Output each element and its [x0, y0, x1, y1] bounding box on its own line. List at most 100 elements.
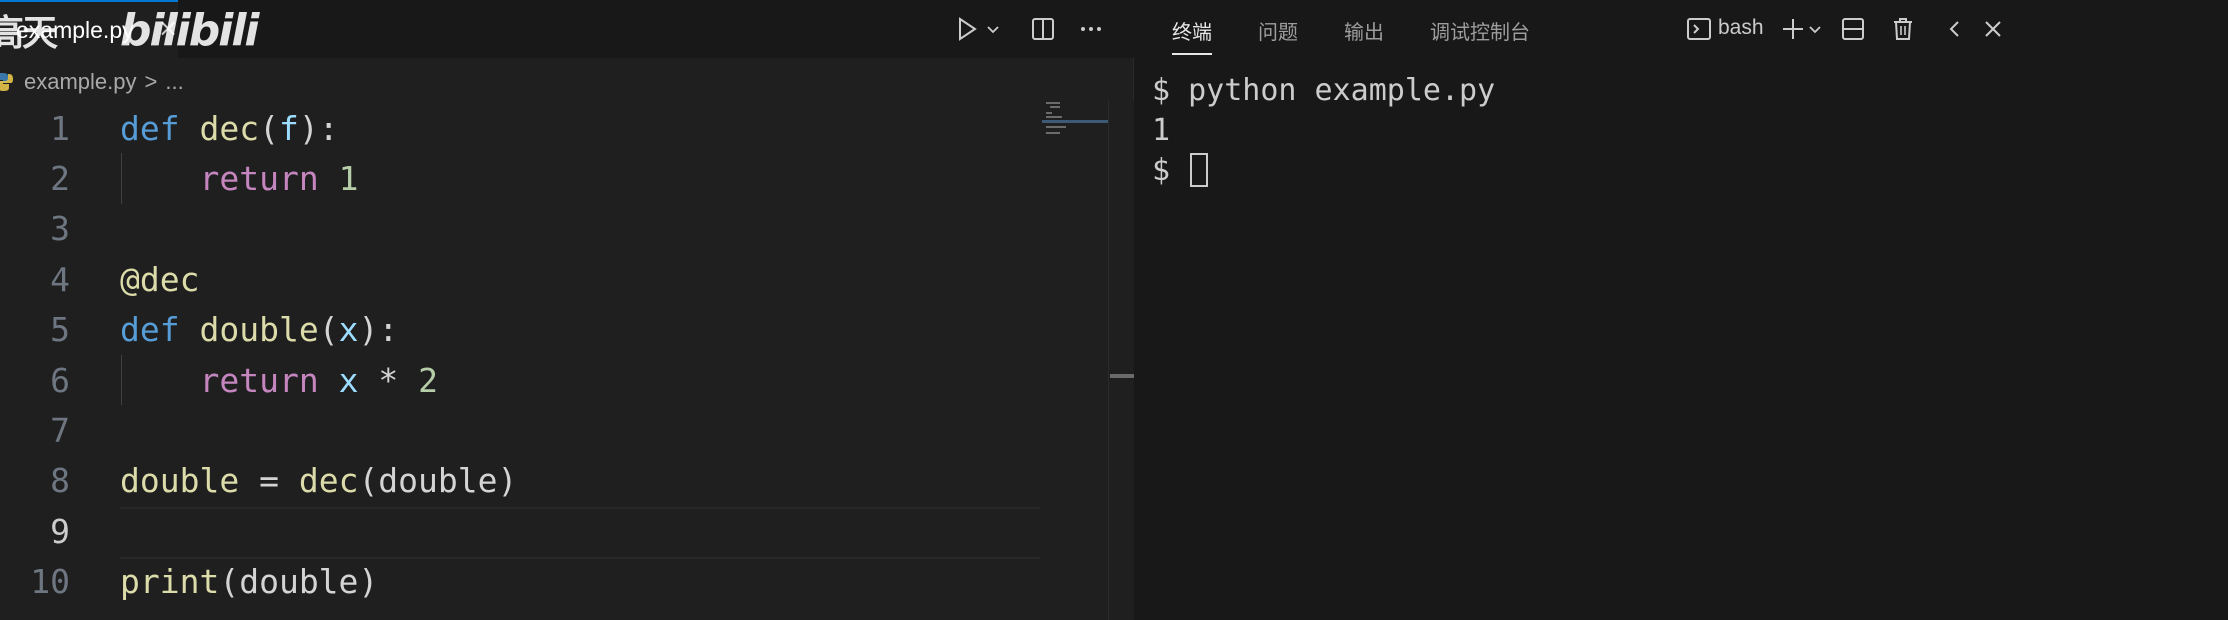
code-token: (double) — [219, 562, 379, 602]
line-number: 10 — [30, 562, 70, 602]
panel-tab-bar: 终端 问题 输出 调试控制台 bash — [1134, 0, 2228, 58]
chevron-down-icon — [987, 26, 999, 34]
line-number: 9 — [50, 511, 70, 551]
tab-debug-console[interactable]: 调试控制台 — [1430, 16, 1530, 45]
code-line[interactable]: 6 return x * 2 — [0, 354, 1134, 406]
editor-pane: example.py × 高天 bilibili example.py > ..… — [0, 0, 1150, 620]
tab-label: example.py — [16, 16, 134, 43]
breadcrumb: example.py > ... — [0, 62, 1134, 102]
code-token: ): — [358, 310, 399, 350]
code-line[interactable]: 8 double = dec(double) — [0, 456, 1134, 506]
terminal-line: $ python example.py — [1152, 72, 1496, 108]
tab-output[interactable]: 输出 — [1344, 16, 1384, 45]
line-text: return x * 2 — [120, 360, 438, 400]
code-token: * — [358, 360, 419, 400]
line-number: 4 — [50, 259, 70, 299]
code-line[interactable]: 1 def dec(f): — [0, 103, 1134, 153]
line-number: 2 — [50, 159, 70, 199]
line-number: 7 — [50, 411, 70, 451]
line-text: print(double) — [120, 562, 378, 601]
vscode-window: example.py × 高天 bilibili example.py > ..… — [0, 0, 2228, 620]
close-panel-button[interactable] — [1976, 12, 2010, 46]
terminal-prompt: $ — [1152, 152, 1189, 188]
editor-scrollbar-thumb[interactable] — [1110, 374, 1134, 378]
code-area[interactable]: 1 def dec(f): 2 return 1 3 4 @dec 5 def double(… — [0, 103, 1134, 607]
editor-scrollbar[interactable] — [1108, 100, 1134, 620]
run-icon — [959, 17, 977, 41]
code-token: print — [120, 562, 220, 602]
code-token: f — [278, 108, 299, 148]
split-terminal-icon — [1842, 18, 1864, 40]
line-text: @dec — [120, 260, 199, 299]
code-token: = — [239, 461, 299, 501]
code-line[interactable]: 7 — [0, 405, 1134, 455]
code-token: @dec — [120, 259, 200, 299]
code-token: ( — [318, 310, 339, 350]
close-icon — [1985, 21, 2001, 37]
terminal-line: 1 — [1152, 112, 1171, 148]
breadcrumb-file[interactable]: example.py — [24, 69, 137, 95]
line-number: 6 — [50, 360, 70, 400]
terminal-panel: 终端 问题 输出 调试控制台 bash $ python example.py … — [1134, 0, 2228, 620]
launch-profile-dropdown[interactable] — [1804, 12, 1826, 46]
code-token: return — [199, 360, 319, 400]
code-token: (double) — [358, 461, 518, 501]
line-text: double = dec(double) — [120, 461, 517, 500]
trash-icon — [1894, 18, 1912, 40]
code-token: return — [199, 159, 319, 199]
more-actions-button[interactable] — [1074, 12, 1108, 46]
tab-problems[interactable]: 问题 — [1258, 16, 1298, 45]
chevron-down-icon — [1809, 26, 1821, 34]
line-number: 1 — [50, 108, 70, 148]
line-number: 3 — [50, 209, 70, 249]
code-token: 2 — [418, 360, 438, 400]
terminal-icon — [1687, 18, 1711, 40]
plus-icon — [1783, 19, 1803, 39]
editor-tab-bar: example.py × 高天 bilibili — [0, 0, 1134, 58]
code-token: dec — [298, 461, 359, 501]
split-editor-icon — [1032, 18, 1054, 40]
run-python-file-button[interactable] — [950, 12, 984, 46]
code-token: 1 — [338, 159, 359, 199]
code-line[interactable]: 4 @dec — [0, 254, 1134, 304]
line-text: return 1 — [120, 159, 358, 198]
code-token: x — [338, 360, 359, 400]
code-line[interactable]: 9 — [0, 506, 1134, 560]
editor-tab-example-py[interactable]: example.py — [0, 0, 178, 58]
line-text: def dec(f): — [120, 109, 339, 148]
code-token: double — [199, 310, 319, 350]
more-icon — [1081, 27, 1101, 31]
python-file-icon — [0, 73, 13, 91]
code-line[interactable]: 5 def double(x): — [0, 305, 1134, 355]
line-number: 5 — [50, 310, 70, 350]
line-text: def double(x): — [120, 310, 398, 349]
breadcrumb-symbols[interactable]: ... — [165, 69, 183, 95]
chevron-left-icon — [1949, 21, 1959, 37]
tab-terminal[interactable]: 终端 — [1172, 16, 1212, 55]
code-line[interactable]: 3 — [0, 204, 1134, 254]
terminal-cursor — [1190, 153, 1209, 187]
code-line[interactable]: 10 print(double) — [0, 557, 1134, 607]
run-dropdown-button[interactable] — [982, 12, 1004, 46]
split-terminal-button[interactable] — [1836, 12, 1870, 46]
code-token: def — [120, 310, 180, 350]
terminal-prompt-line[interactable]: $ — [1152, 150, 1495, 190]
terminal-profile-button[interactable] — [1682, 12, 1716, 46]
terminal-shell-name[interactable]: bash — [1718, 16, 1764, 40]
split-editor-button[interactable] — [1026, 12, 1060, 46]
code-token: dec — [199, 108, 260, 148]
terminal-output[interactable]: $ python example.py 1 $ — [1152, 70, 1495, 190]
code-line[interactable]: 2 return 1 — [0, 153, 1134, 204]
kill-terminal-button[interactable] — [1886, 12, 1920, 46]
code-token: ( — [259, 108, 279, 148]
code-token: double — [120, 461, 240, 501]
panel-back-button[interactable] — [1938, 12, 1972, 46]
code-token: ): — [298, 108, 339, 148]
tab-close-icon[interactable]: × — [158, 14, 178, 42]
